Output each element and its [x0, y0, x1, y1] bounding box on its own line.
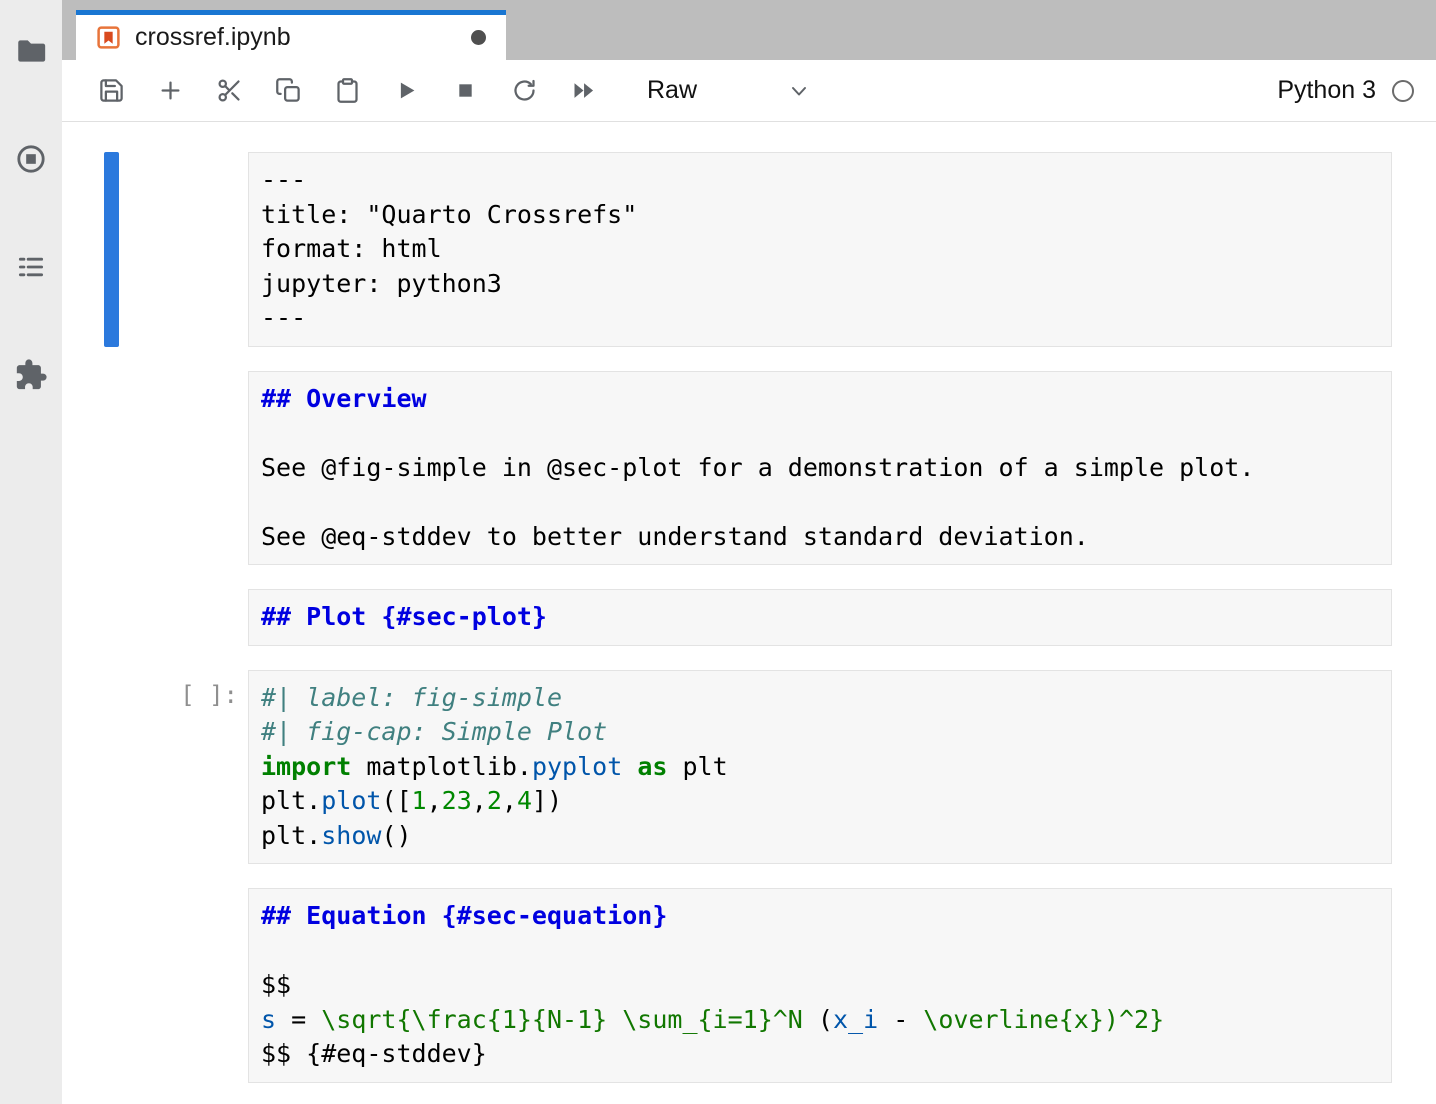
selected-cell-collapser[interactable]: [104, 152, 119, 347]
insert-cell-icon: [157, 77, 184, 104]
kernel-idle-circle-icon[interactable]: [1392, 80, 1414, 102]
cell-editor[interactable]: ---title: "Quarto Crossrefs"format: html…: [248, 152, 1392, 347]
copy-icon: [275, 77, 302, 104]
code-line: ---: [261, 163, 1379, 198]
notebook-toolbar: Raw Python 3: [62, 60, 1436, 122]
code-line: ## Equation {#sec-equation}: [261, 899, 1379, 934]
notebook-icon: [96, 25, 121, 50]
cell-code-simple-plot[interactable]: [ ]:#| label: fig-simple#| fig-cap: Simp…: [62, 670, 1436, 865]
running-kernels-icon: [14, 142, 48, 176]
table-of-contents-icon: [14, 250, 48, 284]
cell-gutter: [62, 589, 248, 646]
interrupt-kernel-button[interactable]: [442, 68, 488, 114]
paste-icon: [334, 77, 361, 104]
run-icon: [393, 77, 420, 104]
table-of-contents-button[interactable]: [12, 248, 50, 286]
code-line: ## Plot {#sec-plot}: [261, 600, 1379, 635]
insert-cell-button[interactable]: [147, 68, 193, 114]
cut-icon: [216, 77, 243, 104]
copy-cells-button[interactable]: [265, 68, 311, 114]
cell-markdown-equation[interactable]: ## Equation {#sec-equation} $$s = \sqrt{…: [62, 888, 1436, 1083]
save-button[interactable]: [88, 68, 134, 114]
code-line: See @fig-simple in @sec-plot for a demon…: [261, 451, 1379, 486]
extensions-icon: [14, 358, 48, 392]
tab-title: crossref.ipynb: [135, 23, 291, 52]
code-line: s = \sqrt{\frac{1}{N-1} \sum_{i=1}^N (x_…: [261, 1003, 1379, 1038]
cell-type-value: Raw: [647, 76, 697, 105]
save-icon: [98, 77, 125, 104]
left-activity-bar: [0, 0, 62, 1104]
cell-gutter: [62, 152, 248, 347]
cell-editor[interactable]: #| label: fig-simple#| fig-cap: Simple P…: [248, 670, 1392, 865]
cell-raw-frontmatter[interactable]: ---title: "Quarto Crossrefs"format: html…: [62, 152, 1436, 347]
execution-count-prompt: [ ]:: [180, 670, 248, 709]
running-sessions-button[interactable]: [12, 140, 50, 178]
unsaved-changes-dot[interactable]: [471, 30, 486, 45]
code-line: plt.plot([1,23,2,4]): [261, 784, 1379, 819]
code-line: #| fig-cap: Simple Plot: [261, 715, 1379, 750]
restart-run-all-icon: [570, 77, 597, 104]
restart-kernel-button[interactable]: [501, 68, 547, 114]
execution-count-prompt: [238, 152, 248, 163]
notebook-area: ---title: "Quarto Crossrefs"format: html…: [62, 122, 1436, 1104]
execution-count-prompt: [238, 371, 248, 382]
code-line: #| label: fig-simple: [261, 681, 1379, 716]
code-line: [261, 934, 1379, 969]
dock-tab-bar: crossref.ipynb: [62, 0, 1436, 60]
code-line: [261, 485, 1379, 520]
folder-icon: [14, 34, 48, 68]
cell-markdown-plot-heading[interactable]: ## Plot {#sec-plot}: [62, 589, 1436, 646]
cell-gutter: [ ]:: [62, 670, 248, 865]
extension-manager-button[interactable]: [12, 356, 50, 394]
paste-cells-button[interactable]: [324, 68, 370, 114]
code-line: ## Overview: [261, 382, 1379, 417]
cell-editor[interactable]: ## Overview See @fig-simple in @sec-plot…: [248, 371, 1392, 566]
code-line: $$: [261, 968, 1379, 1003]
code-line: $$ {#eq-stddev}: [261, 1037, 1379, 1072]
execution-count-prompt: [238, 589, 248, 600]
restart-kernel-icon: [511, 77, 538, 104]
cell-type-dropdown[interactable]: Raw: [647, 76, 811, 105]
stop-icon: [452, 77, 479, 104]
kernel-name[interactable]: Python 3: [1277, 76, 1376, 105]
code-line: [261, 416, 1379, 451]
cell-list: ---title: "Quarto Crossrefs"format: html…: [62, 152, 1436, 1083]
code-line: ---: [261, 301, 1379, 336]
cell-gutter: [62, 371, 248, 566]
code-line: format: html: [261, 232, 1379, 267]
execution-count-prompt: [238, 888, 248, 899]
code-line: plt.show(): [261, 819, 1379, 854]
tab-crossref-ipynb[interactable]: crossref.ipynb: [76, 10, 506, 60]
cell-markdown-overview[interactable]: ## Overview See @fig-simple in @sec-plot…: [62, 371, 1436, 566]
code-line: title: "Quarto Crossrefs": [261, 198, 1379, 233]
code-line: import matplotlib.pyplot as plt: [261, 750, 1379, 785]
code-line: See @eq-stddev to better understand stan…: [261, 520, 1379, 555]
cell-editor[interactable]: ## Equation {#sec-equation} $$s = \sqrt{…: [248, 888, 1392, 1083]
cell-gutter: [62, 888, 248, 1083]
code-line: jupyter: python3: [261, 267, 1379, 302]
jupyterlab-window: crossref.ipynb: [0, 0, 1436, 1104]
restart-run-all-button[interactable]: [560, 68, 606, 114]
cut-cells-button[interactable]: [206, 68, 252, 114]
file-browser-button[interactable]: [12, 32, 50, 70]
run-cell-button[interactable]: [383, 68, 429, 114]
cell-editor[interactable]: ## Plot {#sec-plot}: [248, 589, 1392, 646]
chevron-down-icon: [787, 79, 811, 103]
